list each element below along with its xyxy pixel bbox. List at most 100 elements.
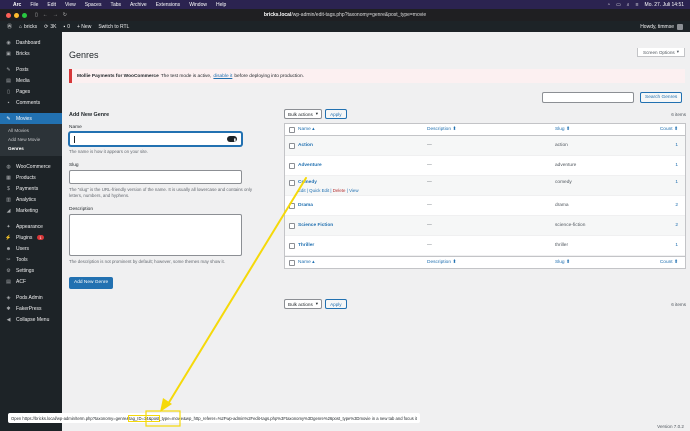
row-checkbox[interactable] (288, 179, 295, 186)
quick-edit-link[interactable]: Quick Edit (309, 188, 329, 193)
menu-edit[interactable]: Edit (47, 2, 56, 8)
admin-sidebar: ◉ Dashboard ▣ Bricks ✎ Posts ▤ Media ▯ Pages … (0, 32, 62, 431)
edit-link[interactable]: Edit (298, 188, 306, 193)
menu-spaces[interactable]: Spaces (85, 2, 102, 8)
row-checkbox[interactable] (288, 142, 295, 149)
term-count-link[interactable]: 1 (653, 143, 683, 148)
admin-bar-rtl[interactable]: Switch to RTL (98, 24, 129, 30)
term-name-link[interactable]: Action (298, 143, 427, 148)
password-manager-icon[interactable]: ▮ (227, 136, 237, 142)
product-icon: ▦ (6, 174, 11, 181)
term-count-link[interactable]: 1 (653, 180, 683, 185)
term-name-link[interactable]: Comedy (298, 180, 427, 185)
menu-file[interactable]: File (30, 2, 38, 8)
term-name-link[interactable]: Science Fiction (298, 223, 427, 228)
row-checkbox[interactable] (288, 202, 295, 209)
column-description[interactable]: Description ⬍ (427, 127, 555, 132)
sidebar-item-tools[interactable]: ✂ Tools (0, 254, 62, 265)
screen-options-button[interactable]: Screen Options ▾ (637, 48, 685, 57)
bulk-actions-select-bottom[interactable]: Bulk actions ▾ (284, 299, 323, 309)
url-path: /wp-admin/edit-tags.php?taxonomy=genre&p… (291, 12, 427, 18)
sidebar-item-pods-admin[interactable]: ◈ Pods Admin (0, 292, 62, 303)
submenu-genres[interactable]: Genres (0, 144, 62, 153)
menu-window[interactable]: Window (189, 2, 207, 8)
admin-bar-comments[interactable]: ▪ 0 (63, 24, 70, 30)
sidebar-item-plugins[interactable]: ⚡ Plugins 1 (0, 232, 62, 243)
row-checkbox[interactable] (288, 222, 295, 229)
term-name-link[interactable]: Thriller (298, 243, 427, 248)
search-genres-button[interactable]: Search Genres (640, 92, 683, 103)
address-bar[interactable]: bricks.local/wp-admin/edit-tags.php?taxo… (0, 12, 690, 18)
column-description-footer[interactable]: Description ⬍ (427, 260, 555, 265)
add-new-genre-button[interactable]: Add New Genre (69, 276, 114, 289)
app-menu[interactable]: Arc (13, 2, 21, 8)
column-count-footer[interactable]: Count ⬍ (653, 260, 683, 265)
sidebar-item-pages[interactable]: ▯ Pages (0, 86, 62, 97)
control-center-icon[interactable]: ≡ (636, 2, 639, 8)
select-all-checkbox-footer[interactable] (288, 259, 295, 266)
column-name[interactable]: Name ▴ (298, 127, 427, 132)
sidebar-item-appearance[interactable]: ✦ Appearance (0, 221, 62, 232)
column-slug-footer[interactable]: Slug ⬍ (555, 260, 653, 265)
menu-archive[interactable]: Archive (130, 2, 147, 8)
menu-extensions[interactable]: Extensions (156, 2, 180, 8)
row-checkbox[interactable] (288, 162, 295, 169)
term-name-link[interactable]: Adventure (298, 163, 427, 168)
sidebar-item-posts[interactable]: ✎ Posts (0, 64, 62, 75)
select-all-checkbox[interactable] (288, 126, 295, 133)
sidebar-item-settings[interactable]: ⚙ Settings (0, 265, 62, 276)
notice-disable-link[interactable]: disable it (213, 74, 232, 79)
admin-bar-account[interactable]: Howdy, timmse (640, 23, 683, 30)
sidebar-item-bricks[interactable]: ▣ Bricks (0, 48, 62, 59)
menubar-clock[interactable]: Mo. 27. Juli 14:51 (645, 2, 684, 8)
sidebar-item-media[interactable]: ▤ Media (0, 75, 62, 86)
apply-button-bottom[interactable]: Apply (325, 299, 347, 309)
sidebar-item-analytics[interactable]: ▥ Analytics (0, 194, 62, 205)
sidebar-item-label: ACF (16, 278, 26, 285)
sidebar-item-collapse-menu[interactable]: ◀ Collapse Menu (0, 314, 62, 325)
sidebar-item-users[interactable]: ☻ Users (0, 243, 62, 254)
admin-bar-updates[interactable]: ⟳ 3K (44, 24, 56, 30)
column-count[interactable]: Count ⬍ (653, 127, 683, 132)
sidebar-item-comments[interactable]: ▪ Comments (0, 97, 62, 108)
menu-tabs[interactable]: Tabs (110, 2, 121, 8)
term-count-link[interactable]: 1 (653, 163, 683, 168)
battery-icon[interactable]: ▭ (616, 2, 621, 8)
submenu-add-new-movie[interactable]: Add New Movie (0, 135, 62, 144)
sidebar-item-products[interactable]: ▦ Products (0, 172, 62, 183)
wifi-icon[interactable]: ◔ (607, 2, 610, 8)
column-slug[interactable]: Slug ⬍ (555, 127, 653, 132)
sidebar-item-payments[interactable]: $ Payments (0, 183, 62, 194)
view-link[interactable]: View (349, 188, 358, 193)
admin-bar-new[interactable]: + New (77, 24, 91, 30)
name-input[interactable]: ▮ (69, 132, 242, 146)
apply-button[interactable]: Apply (325, 109, 347, 119)
menu-view[interactable]: View (65, 2, 76, 8)
wp-logo-icon[interactable]: Ⓦ (7, 23, 12, 30)
mollie-notice: Mollie Payments for WooCommerce The test… (69, 69, 685, 83)
search-icon[interactable]: ⌕ (627, 2, 630, 8)
sidebar-item-woocommerce[interactable]: ◍ WooCommerce (0, 161, 62, 172)
delete-link[interactable]: Delete (333, 188, 346, 193)
sidebar-item-movies[interactable]: ✎ Movies (0, 113, 62, 124)
bulk-actions-select[interactable]: Bulk actions ▾ (284, 109, 323, 119)
row-checkbox[interactable] (288, 242, 295, 249)
sidebar-item-acf[interactable]: ▤ ACF (0, 276, 62, 287)
term-name-link[interactable]: Drama (298, 203, 427, 208)
term-count-link[interactable]: 2 (653, 203, 683, 208)
column-name-footer[interactable]: Name ▴ (298, 260, 427, 265)
submenu-all-movies[interactable]: All Movies (0, 126, 62, 135)
term-description: — (427, 143, 432, 148)
slug-input[interactable] (69, 170, 242, 185)
term-count-link[interactable]: 1 (653, 243, 683, 248)
admin-bar-site[interactable]: ⌂ bricks (19, 24, 37, 30)
description-textarea[interactable] (69, 214, 242, 257)
sidebar-item-marketing[interactable]: ◢ Marketing (0, 205, 62, 216)
sidebar-item-fakerpress[interactable]: ✱ FakerPress (0, 303, 62, 314)
menu-help[interactable]: Help (216, 2, 226, 8)
wp-version: Version 7.0.2 (657, 424, 684, 429)
search-genres-input[interactable] (542, 92, 634, 103)
sidebar-item-dashboard[interactable]: ◉ Dashboard (0, 37, 62, 48)
column-slug-label: Slug (555, 127, 565, 132)
term-count-link[interactable]: 2 (653, 223, 683, 228)
